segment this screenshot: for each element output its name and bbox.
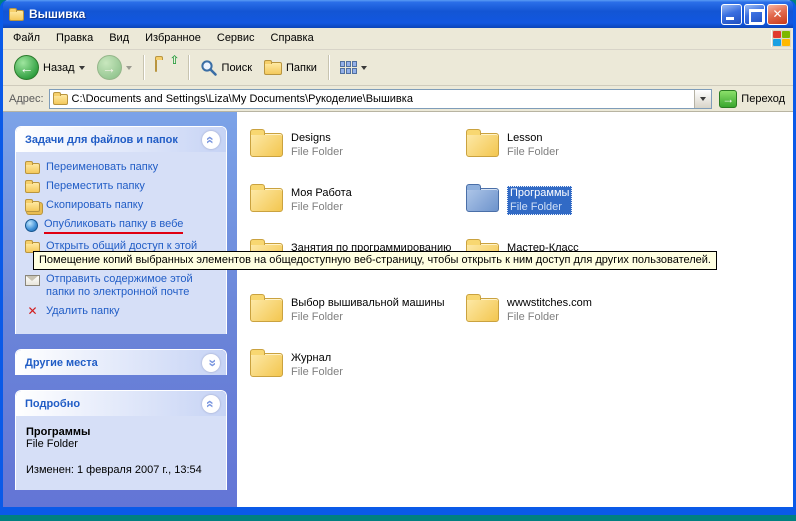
file-item[interactable]: Выбор вышивальной машины File Folder	[250, 293, 466, 327]
other-places-title: Другие места	[25, 357, 202, 369]
views-dropdown-icon	[361, 66, 367, 70]
folders-label: Папки	[286, 62, 317, 74]
other-places-header[interactable]: Другие места	[16, 350, 226, 375]
expand-chevron-icon[interactable]	[202, 354, 220, 372]
title-bar[interactable]: Вышивка	[3, 0, 793, 28]
file-folder-tasks-panel: Задачи для файлов и папок Переименовать …	[15, 126, 227, 334]
folder-icon	[466, 298, 499, 322]
windows-logo-icon	[771, 30, 791, 47]
file-column-left: Designs File Folder Моя Работа File Fold…	[250, 128, 466, 507]
views-icon	[340, 61, 357, 74]
go-arrow-icon	[719, 90, 737, 108]
folder-icon	[466, 133, 499, 157]
back-label: Назад	[43, 62, 75, 74]
search-icon	[200, 59, 218, 77]
up-folder-icon: ⇧	[155, 59, 177, 77]
file-folder-tasks-title: Задачи для файлов и папок	[25, 134, 202, 146]
forward-dropdown-icon	[126, 66, 132, 70]
task-rename-folder[interactable]: Переименовать папку	[25, 161, 220, 174]
email-icon	[25, 275, 40, 286]
forward-icon	[97, 55, 122, 80]
back-icon	[14, 55, 39, 80]
details-header[interactable]: Подробно	[16, 391, 226, 416]
task-pane: Задачи для файлов и папок Переименовать …	[3, 112, 237, 507]
details-title: Подробно	[25, 398, 202, 410]
collapse-chevron-icon[interactable]	[202, 395, 220, 413]
search-button[interactable]: Поиск	[195, 57, 257, 79]
up-button[interactable]: ⇧	[150, 57, 182, 79]
window-folder-icon	[9, 10, 24, 21]
details-body: Программы File Folder Изменен: 1 февраля…	[16, 416, 226, 490]
go-button[interactable]: Переход	[717, 90, 787, 108]
window-title: Вышивка	[29, 7, 716, 21]
details-item-modified: Изменен: 1 февраля 2007 г., 13:54	[26, 464, 218, 476]
task-delete-folder[interactable]: ✕ Удалить папку	[25, 305, 220, 318]
task-move-folder[interactable]: Переместить папку	[25, 180, 220, 193]
delete-icon: ✕	[25, 305, 40, 318]
folders-icon	[264, 62, 282, 75]
folder-icon	[466, 188, 499, 212]
address-dropdown-icon	[700, 97, 706, 101]
toolbar-separator	[188, 55, 189, 80]
address-input[interactable]	[72, 91, 691, 107]
copy-folder-icon	[25, 201, 40, 212]
file-item[interactable]: Designs File Folder	[250, 128, 466, 162]
address-folder-icon	[53, 94, 68, 105]
file-item[interactable]: Моя Работа File Folder	[250, 183, 466, 217]
forward-button[interactable]	[92, 53, 137, 82]
desktop: Вышивка Файл Правка Вид Избранное Сервис…	[0, 0, 796, 521]
menu-edit[interactable]: Правка	[48, 28, 101, 49]
other-places-panel: Другие места	[15, 349, 227, 375]
folder-icon	[250, 298, 283, 322]
content-area: Задачи для файлов и папок Переименовать …	[3, 112, 793, 507]
menu-tools[interactable]: Сервис	[209, 28, 263, 49]
file-item[interactable]: Журнал File Folder	[250, 348, 466, 382]
file-list-area[interactable]: Designs File Folder Моя Работа File Fold…	[237, 112, 793, 507]
menu-favorites[interactable]: Избранное	[137, 28, 209, 49]
toolbar: Назад ⇧ Поиск	[3, 50, 793, 86]
publish-web-icon	[25, 219, 38, 232]
menu-file[interactable]: Файл	[5, 28, 48, 49]
menu-help[interactable]: Справка	[263, 28, 322, 49]
task-copy-folder[interactable]: Скопировать папку	[25, 199, 220, 212]
publish-tooltip: Помещение копий выбранных элементов на о…	[33, 251, 717, 270]
address-dropdown-button[interactable]	[694, 90, 711, 108]
details-item-name: Программы	[26, 426, 218, 438]
views-button[interactable]	[335, 59, 372, 76]
file-folder-tasks-body: Переименовать папку Переместить папку Ск…	[16, 152, 226, 334]
search-label: Поиск	[222, 62, 252, 74]
details-panel: Подробно Программы File Folder Изменен: …	[15, 390, 227, 490]
address-label: Адрес:	[9, 93, 44, 105]
close-button[interactable]	[767, 4, 788, 25]
task-email-folder[interactable]: Отправить содержимое этой папки по элект…	[25, 273, 220, 299]
collapse-chevron-icon[interactable]	[202, 131, 220, 149]
toolbar-separator	[328, 55, 329, 80]
address-combo[interactable]	[49, 89, 713, 109]
menu-bar: Файл Правка Вид Избранное Сервис Справка	[3, 28, 793, 50]
file-folder-tasks-header[interactable]: Задачи для файлов и папок	[16, 127, 226, 152]
folder-icon	[250, 133, 283, 157]
minimize-button[interactable]	[721, 4, 742, 25]
folder-icon	[250, 188, 283, 212]
back-dropdown-icon[interactable]	[79, 66, 85, 70]
folders-button[interactable]: Папки	[259, 58, 322, 77]
back-button[interactable]: Назад	[9, 53, 90, 82]
file-item[interactable]: wwwstitches.com File Folder	[466, 293, 682, 327]
up-folder-glyph	[155, 58, 157, 72]
file-item-selected[interactable]: Программы File Folder	[466, 183, 682, 217]
maximize-button[interactable]	[744, 4, 765, 25]
file-column-right: Lesson File Folder Программы File Folder	[466, 128, 682, 507]
task-publish-folder-web[interactable]: Опубликовать папку в вебе	[25, 218, 220, 234]
go-label: Переход	[741, 93, 785, 105]
file-item[interactable]: Lesson File Folder	[466, 128, 682, 162]
move-folder-icon	[25, 182, 40, 193]
rename-folder-icon	[25, 163, 40, 174]
explorer-window: Вышивка Файл Правка Вид Избранное Сервис…	[0, 0, 796, 515]
up-arrow-icon: ⇧	[169, 53, 179, 67]
folder-icon	[250, 353, 283, 377]
address-bar: Адрес: Переход	[3, 86, 793, 112]
toolbar-separator	[143, 55, 144, 80]
details-item-type: File Folder	[26, 438, 218, 450]
menu-view[interactable]: Вид	[101, 28, 137, 49]
